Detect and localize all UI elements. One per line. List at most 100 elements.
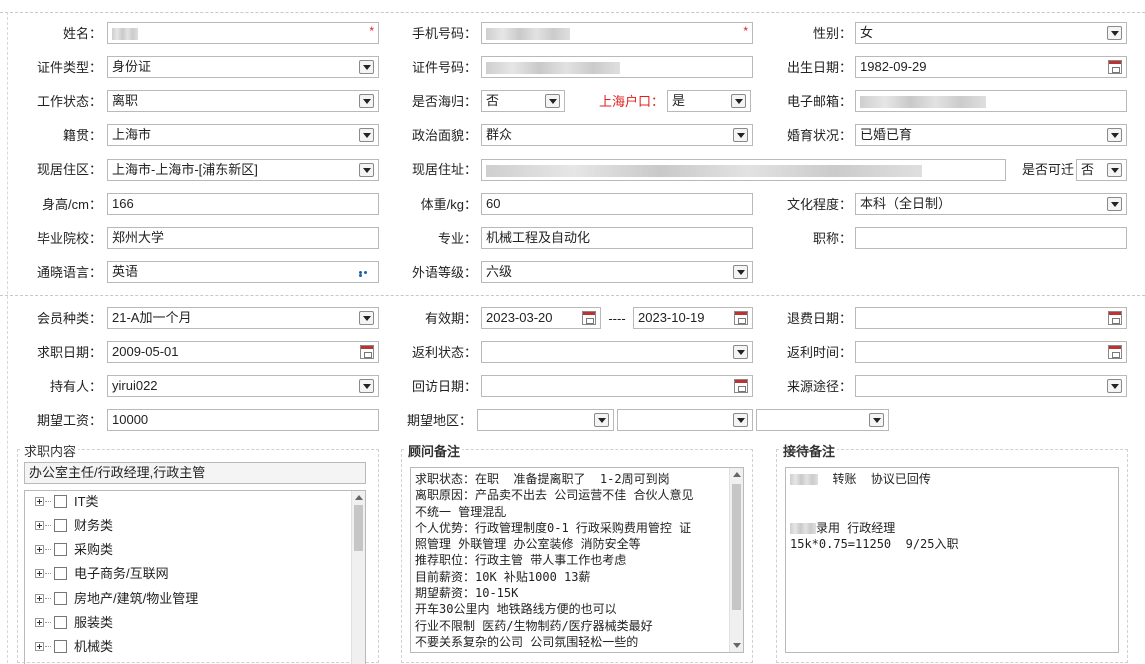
consultant-notes-textarea[interactable]: 求职状态：在职 准备提离职了 1-2周可到岗 离职原因：产品卖不出去 公司运营不… [410,467,744,653]
sh-hukou-select[interactable]: 是 [667,90,751,112]
plus-icon[interactable] [35,545,44,554]
chevron-down-icon[interactable] [733,265,748,279]
note-line: 不要关系复杂的公司 公司氛围轻松一些的 [415,634,639,649]
job-content-selected[interactable]: 办公室主任/行政经理,行政主管 [24,462,366,484]
calendar-icon[interactable] [734,311,748,325]
political-label: 政治面貌： [411,128,477,143]
chevron-down-icon[interactable] [733,345,748,359]
plus-icon[interactable] [35,497,44,506]
chevron-down-icon[interactable] [869,413,884,427]
chevron-down-icon[interactable] [359,60,374,74]
chevron-down-icon[interactable] [359,128,374,142]
scroll-up-icon[interactable] [355,495,363,500]
note-line: 照管理 外联管理 办公室装修 消防安全等 [415,537,641,552]
chevron-down-icon[interactable] [1107,26,1122,40]
chevron-down-icon[interactable] [733,413,748,427]
sh-hukou-value: 是 [672,93,686,108]
birth-date-field[interactable]: 1982-09-29 [855,56,1127,78]
calendar-icon[interactable] [1108,311,1122,325]
title-field[interactable] [855,227,1127,249]
calendar-icon[interactable] [1108,60,1122,74]
gender-select[interactable]: 女 [855,22,1127,44]
chevron-down-icon[interactable] [1107,128,1122,142]
plus-icon[interactable] [35,642,44,651]
scroll-thumb[interactable] [732,484,741,610]
relocate-select[interactable]: 否 [1076,159,1127,181]
chevron-down-icon[interactable] [594,413,609,427]
job-category-tree[interactable]: IT类 财务类 采购类 电子商务/互联网 房地产/建筑/物业管理 服装类 机械类 [24,490,366,664]
chevron-down-icon[interactable] [1107,379,1122,393]
checkbox-icon[interactable] [54,495,67,508]
scroll-up-icon[interactable] [733,472,741,477]
native-select[interactable]: 上海市 [107,124,379,146]
valid-to-field[interactable]: 2023-10-19 [633,307,753,329]
revisit-label: 回访日期： [411,379,477,394]
major-field[interactable]: 机械工程及自动化 [481,227,753,249]
checkbox-icon[interactable] [54,640,67,653]
chevron-down-icon[interactable] [359,379,374,393]
checkbox-icon[interactable] [54,592,67,605]
work-status-select[interactable]: 离职 [107,90,379,112]
calendar-icon[interactable] [1108,345,1122,359]
tree-scrollbar[interactable] [351,491,365,664]
chevron-down-icon[interactable] [1107,163,1122,177]
marital-select[interactable]: 已婚已育 [855,124,1127,146]
chevron-down-icon[interactable] [359,94,374,108]
chevron-down-icon[interactable] [545,94,560,108]
district-select[interactable]: 上海市-上海市-[浦东新区] [107,159,379,181]
language-field[interactable]: 英语 [107,261,379,283]
address-field[interactable] [481,159,1006,181]
lang-level-select[interactable]: 六级 [481,261,753,283]
name-field[interactable]: * [107,22,379,44]
chevron-down-icon[interactable] [733,128,748,142]
school-field[interactable]: 郑州大学 [107,227,379,249]
checkbox-icon[interactable] [54,567,67,580]
calendar-icon[interactable] [582,311,596,325]
revisit-date-field[interactable] [481,375,753,397]
more-icon[interactable] [359,271,373,277]
rebate-time-field[interactable] [855,341,1127,363]
refund-date-field[interactable] [855,307,1127,329]
height-label: 身高/cm： [42,197,102,212]
chevron-down-icon[interactable] [359,163,374,177]
note-line: 目前薪资：10K 补贴1000 13薪 [415,569,591,584]
calendar-icon[interactable] [360,345,374,359]
reception-notes-textarea[interactable]: 转账 协议已回传 录用 行政经理 15k*0.75=11250 9/25入职 [785,467,1119,653]
weight-field[interactable]: 60 [481,193,753,215]
chevron-down-icon[interactable] [731,94,746,108]
job-date-field[interactable]: 2009-05-01 [107,341,379,363]
salary-field[interactable]: 10000 [107,409,379,431]
region-city-select[interactable] [617,409,753,431]
education-select[interactable]: 本科（全日制） [855,193,1127,215]
phone-label: 手机号码： [411,26,477,41]
plus-icon[interactable] [35,521,44,530]
chevron-down-icon[interactable] [1107,197,1122,211]
email-field[interactable] [855,90,1127,112]
phone-field[interactable]: * [481,22,753,44]
chevron-down-icon[interactable] [359,311,374,325]
id-no-field[interactable] [481,56,753,78]
checkbox-icon[interactable] [54,519,67,532]
region-district-select[interactable] [756,409,889,431]
political-select[interactable]: 群众 [481,124,753,146]
member-type-select[interactable]: 21-A加一个月 [107,307,379,329]
region-province-select[interactable] [477,409,614,431]
valid-from-field[interactable]: 2023-03-20 [481,307,601,329]
school-value: 郑州大学 [112,230,165,245]
plus-icon[interactable] [35,618,44,627]
scroll-thumb[interactable] [354,505,363,551]
calendar-icon[interactable] [734,379,748,393]
height-field[interactable]: 166 [107,193,379,215]
scroll-down-icon[interactable] [733,643,741,648]
plus-icon[interactable] [35,594,44,603]
notes-scrollbar[interactable] [729,468,743,652]
checkbox-icon[interactable] [54,616,67,629]
holder-select[interactable]: yirui022 [107,375,379,397]
id-type-select[interactable]: 身份证 [107,56,379,78]
source-select[interactable] [855,375,1127,397]
rebate-status-select[interactable] [481,341,753,363]
plus-icon[interactable] [35,569,44,578]
native-value: 上海市 [112,127,152,142]
checkbox-icon[interactable] [54,543,67,556]
overseas-select[interactable]: 否 [481,90,565,112]
